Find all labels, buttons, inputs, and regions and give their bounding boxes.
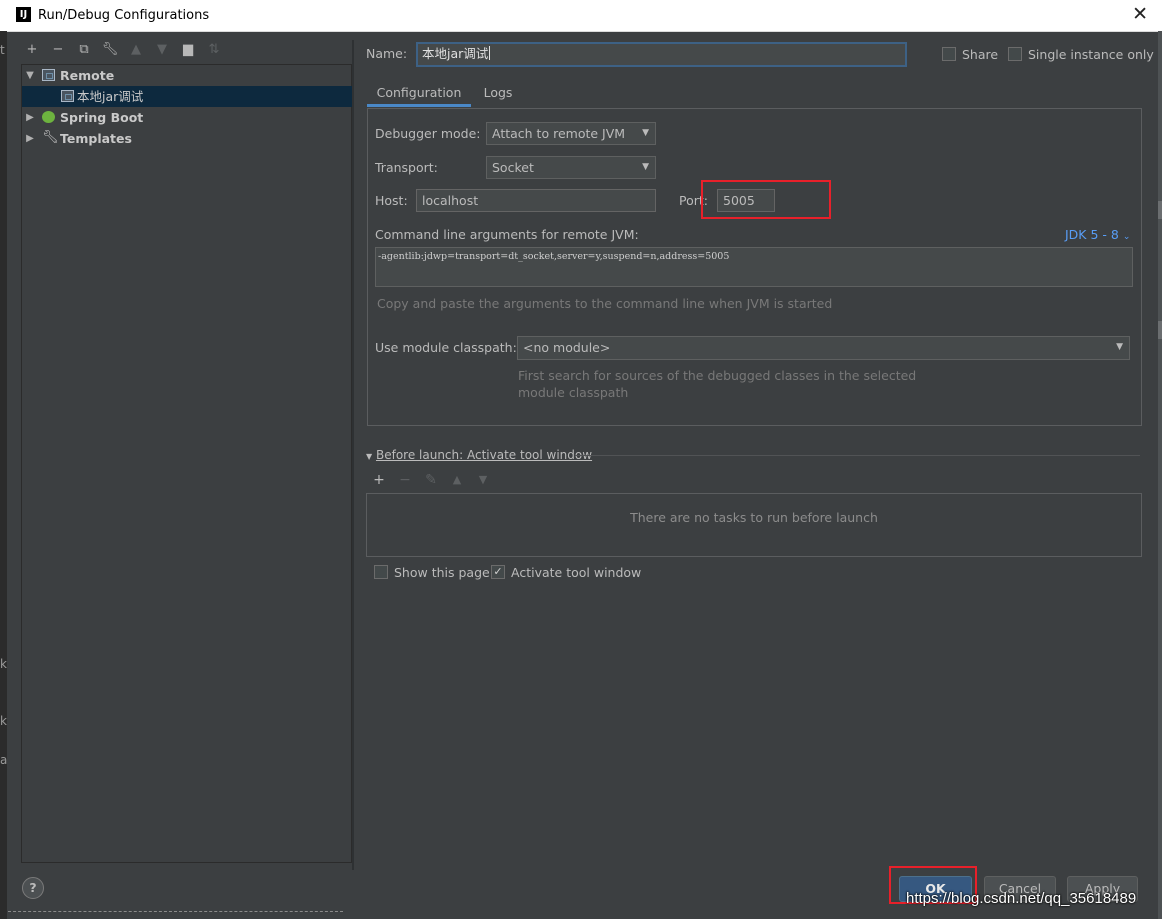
debugger-mode-select[interactable]: Attach to remote JVM ▼ <box>486 122 656 145</box>
jdk-version-value: JDK 5 - 8 <box>1065 227 1119 242</box>
intellij-app-icon: IJ <box>16 7 31 22</box>
text-caret <box>489 46 491 60</box>
remove-icon[interactable]: − <box>48 40 68 60</box>
cmdline-args-field[interactable]: -agentlib:jdwp=transport=dt_socket,serve… <box>375 247 1133 287</box>
edit-task-icon[interactable]: ✎ <box>420 470 442 490</box>
bottom-dashed-line <box>8 911 343 912</box>
module-hint-line2: module classpath <box>518 385 629 400</box>
before-launch-title: Before launch: Activate tool window <box>375 448 593 462</box>
jdk-version-selector[interactable]: JDK 5 - 8 ⌄ <box>1065 227 1130 242</box>
port-label: Port: <box>679 193 708 208</box>
name-label: Name: <box>366 46 408 61</box>
remote-config-icon <box>61 90 74 102</box>
show-page-checkbox[interactable] <box>374 565 388 579</box>
cmdline-label: Command line arguments for remote JVM: <box>375 227 639 242</box>
transport-select[interactable]: Socket ▼ <box>486 156 656 179</box>
watermark-text: https://blog.csdn.net/qq_35618489 <box>906 890 1137 907</box>
share-label: Share <box>962 47 999 62</box>
before-launch-header[interactable]: ▼ Before launch: Activate tool window <box>366 448 592 462</box>
before-launch-tasks-list: There are no tasks to run before launch <box>366 493 1142 557</box>
chevron-down-icon: ▼ <box>1116 342 1123 352</box>
move-down-icon[interactable]: ▼ <box>152 40 172 60</box>
tab-bar: Configuration Logs <box>367 79 1142 107</box>
single-instance-checkbox[interactable] <box>1008 47 1022 61</box>
module-hint-line1: First search for sources of the debugged… <box>518 368 917 383</box>
expand-right-icon[interactable]: ▶ <box>24 107 36 128</box>
edge-glyph: k <box>0 657 7 671</box>
chevron-down-icon: ⌄ <box>1122 232 1131 242</box>
activate-tool-label: Activate tool window <box>511 565 642 580</box>
module-classpath-select[interactable]: <no module> ▼ <box>517 336 1130 360</box>
edge-mark <box>1158 321 1162 339</box>
name-input[interactable]: 本地jar调试 <box>416 42 907 67</box>
move-up-icon[interactable]: ▲ <box>126 40 146 60</box>
window-title: Run/Debug Configurations <box>38 8 210 23</box>
expand-down-icon[interactable]: ▼ <box>24 65 36 86</box>
cmdline-hint: Copy and paste the arguments to the comm… <box>377 296 833 311</box>
new-folder-icon[interactable]: ▆ <box>178 40 198 60</box>
debugger-mode-label: Debugger mode: <box>375 126 481 141</box>
add-task-icon[interactable]: + <box>368 470 390 490</box>
background-window-edge: t k k a <box>0 31 7 919</box>
panel-splitter[interactable] <box>352 40 354 870</box>
collapse-down-icon: ▼ <box>366 452 373 461</box>
port-input[interactable]: 5005 <box>717 189 775 212</box>
module-value: <no module> <box>523 340 611 355</box>
move-task-down-icon[interactable]: ▼ <box>472 470 494 490</box>
copy-icon[interactable]: ⧉ <box>74 40 94 60</box>
transport-value: Socket <box>492 160 534 175</box>
close-icon[interactable]: ✕ <box>1132 3 1148 25</box>
debugger-mode-value: Attach to remote JVM <box>492 126 626 141</box>
tree-item-label: 本地jar调试 <box>77 89 144 104</box>
right-edge <box>1158 31 1162 919</box>
expand-right-icon[interactable]: ▶ <box>24 128 36 149</box>
name-value: 本地jar调试 <box>422 46 489 61</box>
edge-glyph: t <box>0 43 5 57</box>
empty-tasks-message: There are no tasks to run before launch <box>630 510 878 525</box>
wrench-icon: 🔧︎ <box>42 130 59 145</box>
configuration-tree: ▼ Remote 本地jar调试 ▶ Spring Boot ▶ 🔧︎ Temp… <box>21 64 353 863</box>
edge-glyph: a <box>0 753 8 767</box>
remove-task-icon[interactable]: − <box>394 470 416 490</box>
spring-boot-icon <box>42 111 55 123</box>
sort-icon[interactable]: ⇅ <box>204 40 224 60</box>
share-checkbox[interactable] <box>942 47 956 61</box>
tree-item-label: Remote <box>60 68 115 83</box>
show-page-label: Show this page <box>394 565 490 580</box>
before-launch-separator <box>575 455 1140 456</box>
chevron-down-icon: ▼ <box>642 128 649 138</box>
edge-glyph: k <box>0 714 7 728</box>
tree-item-spring-boot[interactable]: ▶ Spring Boot <box>22 107 353 128</box>
activate-tool-checkbox[interactable]: ✓ <box>491 565 505 579</box>
tree-item-remote[interactable]: ▼ Remote <box>22 65 353 86</box>
transport-label: Transport: <box>375 160 438 175</box>
module-classpath-label: Use module classpath: <box>375 340 517 355</box>
remote-config-icon <box>42 69 55 81</box>
move-task-up-icon[interactable]: ▲ <box>446 470 468 490</box>
single-instance-label: Single instance only <box>1028 47 1154 62</box>
tree-item-label: Templates <box>60 131 132 146</box>
edge-mark <box>1158 201 1162 219</box>
chevron-down-icon: ▼ <box>642 162 649 172</box>
host-input[interactable]: localhost <box>416 189 656 212</box>
wrench-icon[interactable]: 🔧︎ <box>100 40 120 60</box>
tab-logs[interactable]: Logs <box>479 79 517 107</box>
help-button[interactable]: ? <box>22 877 44 899</box>
tree-item-templates[interactable]: ▶ 🔧︎ Templates <box>22 128 353 149</box>
tree-item-local-jar-debug[interactable]: 本地jar调试 <box>22 86 353 107</box>
host-label: Host: <box>375 193 408 208</box>
tree-item-label: Spring Boot <box>60 110 144 125</box>
tab-configuration[interactable]: Configuration <box>367 79 471 107</box>
add-icon[interactable]: + <box>22 40 42 60</box>
title-bar: IJ Run/Debug Configurations ✕ <box>0 0 1162 32</box>
